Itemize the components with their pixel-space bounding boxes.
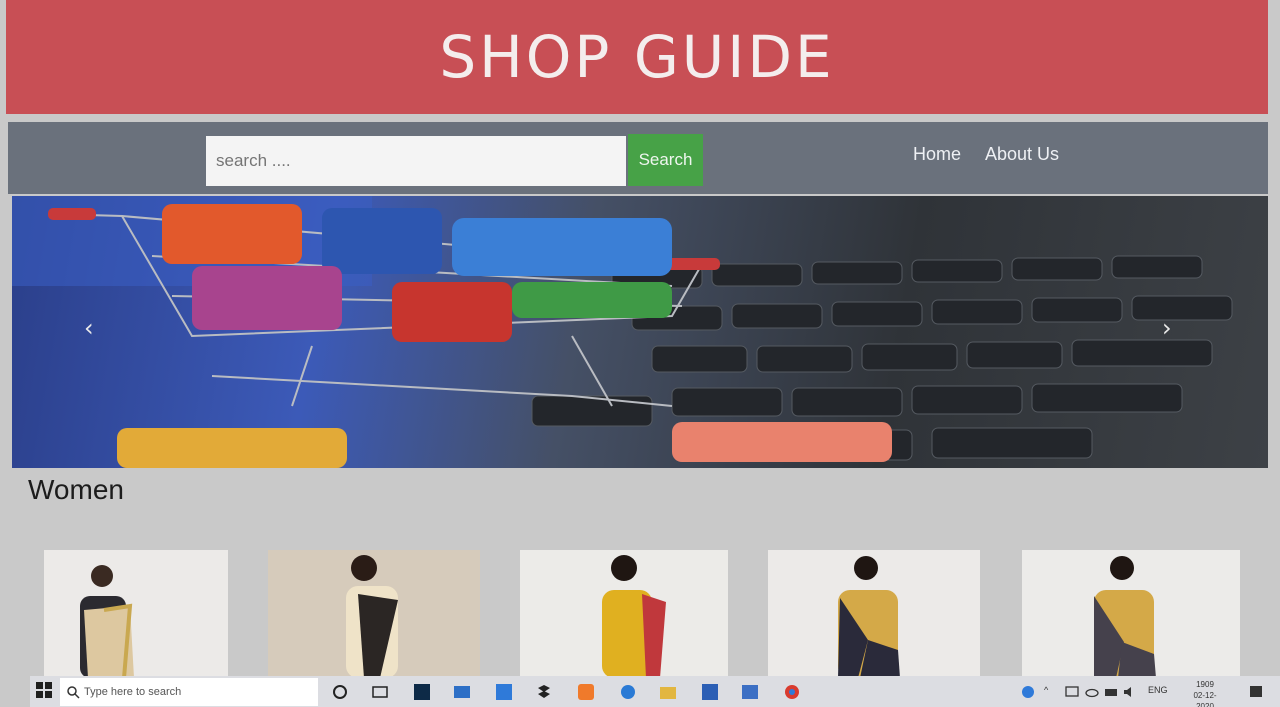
carousel-slide-image (12, 196, 1233, 468)
word-icon[interactable] (700, 682, 720, 702)
notification-icon[interactable] (1248, 684, 1268, 704)
photoshop-icon[interactable] (412, 682, 432, 702)
antivirus-tray-icon[interactable] (1020, 684, 1040, 704)
taskbar-search-placeholder: Type here to search (84, 686, 182, 698)
product-image-4 (768, 550, 980, 678)
hero-carousel: ‹ › (12, 196, 1268, 468)
chevron-left-icon[interactable]: ‹ (84, 314, 94, 342)
product-image-5 (1022, 550, 1240, 678)
chevron-right-icon[interactable]: › (1162, 314, 1172, 342)
mail-icon[interactable] (452, 682, 472, 702)
product-card[interactable] (520, 550, 728, 678)
site-header: SHOP GUIDE (6, 0, 1268, 114)
product-card[interactable] (44, 550, 228, 678)
windows-start-icon[interactable] (36, 682, 52, 698)
chrome-icon[interactable] (782, 682, 802, 702)
xampp-icon[interactable] (576, 682, 596, 702)
search-button[interactable]: Search (628, 134, 703, 186)
volume-icon[interactable] (1122, 684, 1142, 704)
product-image-3 (520, 550, 728, 678)
site-title: SHOP GUIDE (439, 23, 835, 91)
file-explorer-icon[interactable] (658, 682, 678, 702)
task-view-icon[interactable] (370, 682, 390, 702)
cortana-icon[interactable] (330, 682, 350, 702)
taskbar-clock[interactable]: 1909 02-12-2020 (1185, 679, 1225, 707)
os-taskbar: Type here to search ^ ENG 1909 02-12-202… (30, 676, 1280, 707)
navbar: Search Home About Us (8, 122, 1268, 194)
search-icon (67, 686, 80, 699)
language-indicator[interactable]: ENG (1148, 685, 1168, 695)
search-input[interactable] (206, 136, 626, 186)
clock-date: 02-12-2020 (1193, 691, 1217, 707)
dropbox-icon[interactable] (534, 682, 554, 702)
product-image-1 (44, 550, 228, 678)
photos-icon[interactable] (740, 682, 760, 702)
nav-about-link[interactable]: About Us (985, 144, 1059, 165)
chevron-up-icon[interactable]: ^ (1044, 685, 1048, 695)
chat-tray-icon[interactable] (1064, 684, 1084, 704)
edge-icon[interactable] (618, 682, 638, 702)
section-title-women: Women (28, 474, 124, 505)
product-card[interactable] (1022, 550, 1240, 678)
product-card[interactable] (268, 550, 480, 678)
nav-home-link[interactable]: Home (913, 144, 961, 165)
visual-studio-icon[interactable] (494, 682, 514, 702)
taskbar-search-box[interactable]: Type here to search (60, 678, 318, 706)
product-card[interactable] (768, 550, 980, 678)
product-image-2 (268, 550, 480, 678)
battery-icon[interactable] (1104, 684, 1124, 704)
cloud-tray-icon[interactable] (1084, 684, 1104, 704)
clock-time: 1909 (1196, 680, 1214, 689)
